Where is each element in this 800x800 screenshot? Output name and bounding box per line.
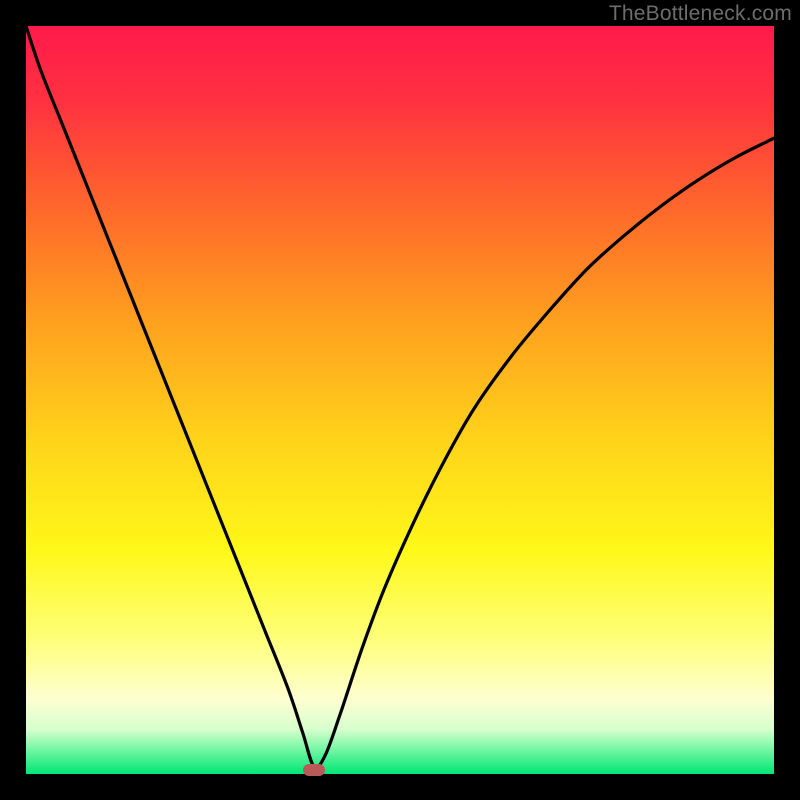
minimum-marker [303, 764, 325, 776]
chart-canvas [26, 26, 774, 774]
chart-frame [26, 26, 774, 774]
watermark-text: TheBottleneck.com [609, 2, 792, 26]
gradient-background [26, 26, 774, 774]
